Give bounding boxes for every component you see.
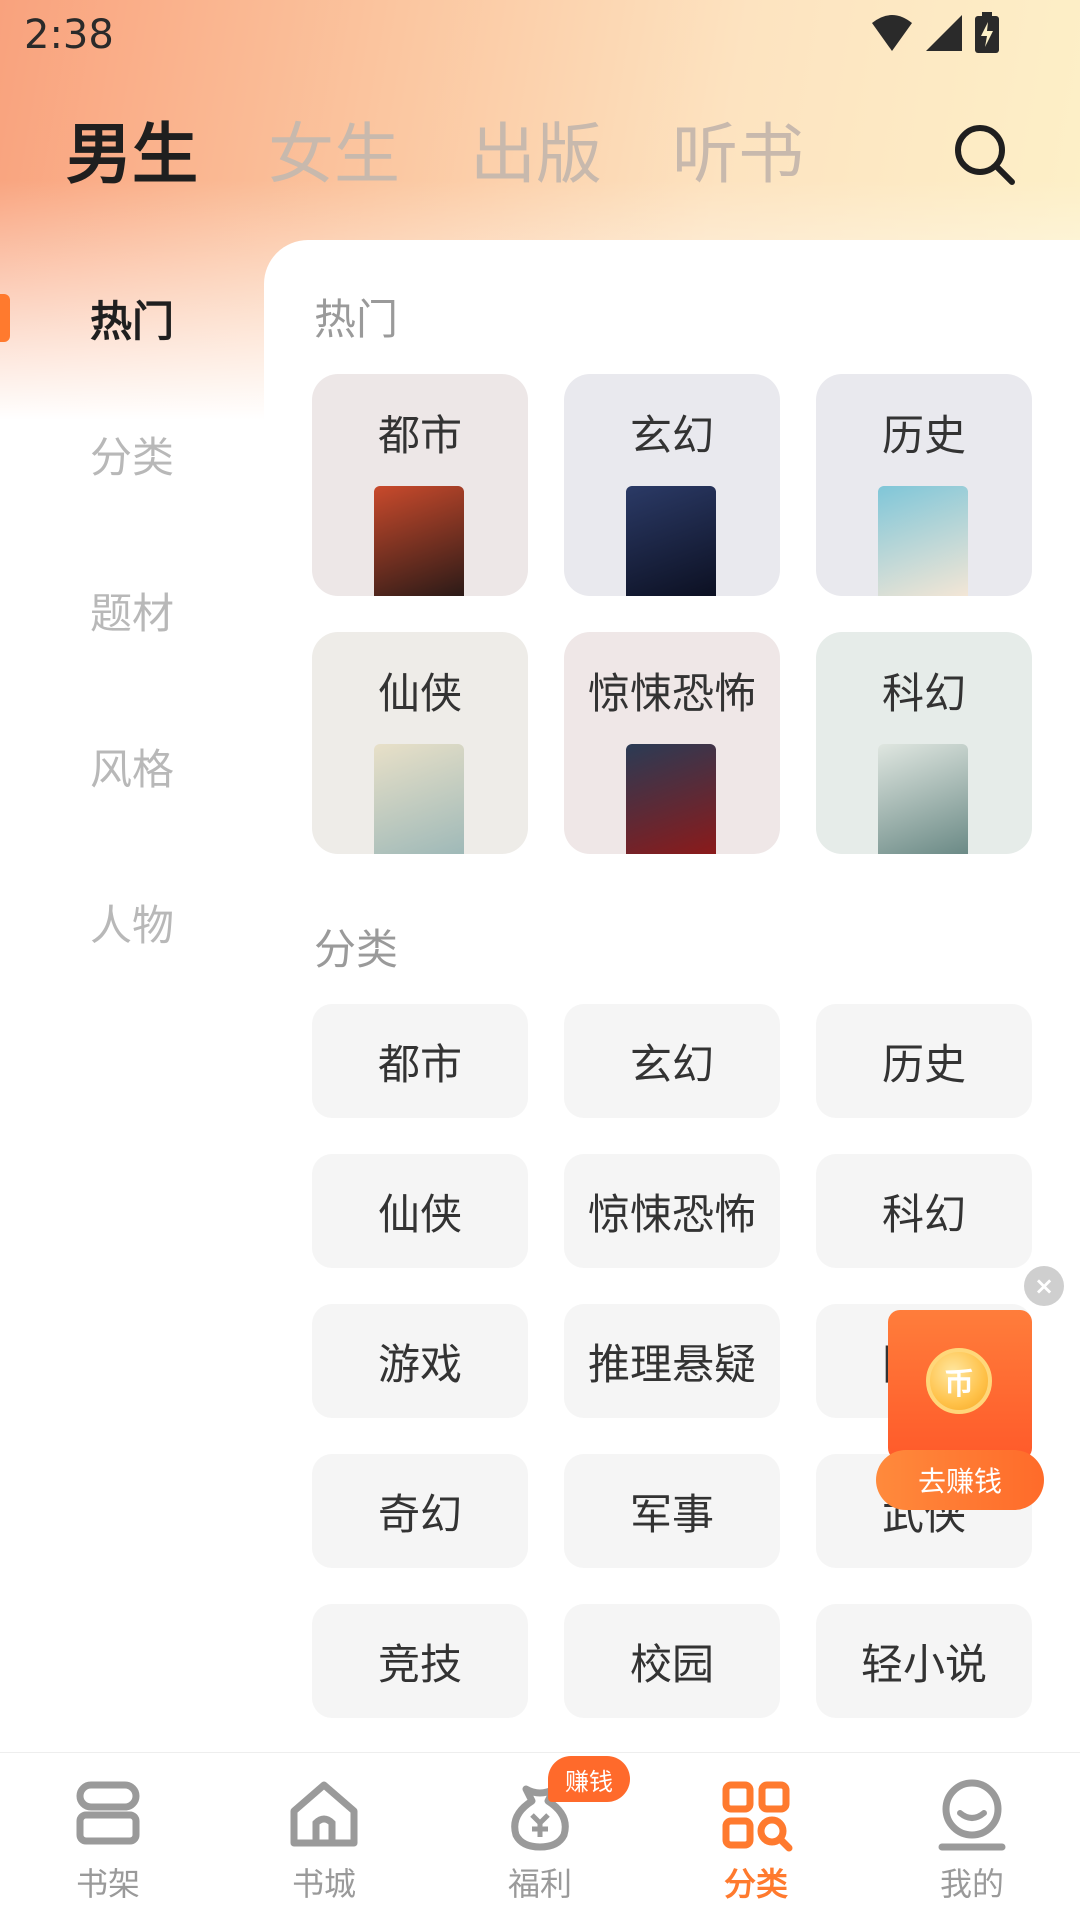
book-cover <box>878 486 968 596</box>
active-indicator <box>0 294 10 342</box>
category-chip[interactable]: 推理悬疑 <box>564 1304 780 1418</box>
sidebar-item-label: 人物 <box>89 900 174 950</box>
category-chip[interactable]: 玄幻 <box>564 1004 780 1118</box>
nav-label: 书架 <box>75 1865 140 1903</box>
tab-audiobook[interactable]: 听书 <box>672 110 804 200</box>
sidebar: 热门 分类 题材 风格 人物 <box>0 260 264 1000</box>
wifi-icon <box>872 15 912 51</box>
hot-card-label: 仙侠 <box>377 669 462 718</box>
hot-card-label: 都市 <box>377 411 462 460</box>
sidebar-item-theme[interactable]: 题材 <box>0 532 264 688</box>
category-chip[interactable]: 游戏 <box>312 1304 528 1418</box>
hot-card-label: 惊悚恐怖 <box>587 669 756 718</box>
bookshelf-icon <box>76 1781 140 1845</box>
category-chip[interactable]: 都市 <box>312 1004 528 1118</box>
hot-card-label: 历史 <box>881 411 966 460</box>
hot-card-label: 玄幻 <box>629 411 714 460</box>
search-button[interactable] <box>950 120 1020 190</box>
home-icon <box>290 1781 358 1847</box>
nav-category[interactable]: 分类 <box>648 1753 864 1920</box>
nav-label: 福利 <box>507 1865 572 1903</box>
nav-bookstore[interactable]: 书城 <box>216 1753 432 1920</box>
hot-card-urban[interactable]: 都市 <box>312 374 528 596</box>
hot-card-xianxia[interactable]: 仙侠 <box>312 632 528 854</box>
nav-profile[interactable]: 我的 <box>864 1753 1080 1920</box>
bottom-nav: 书架 书城 福利 分类 我的 <box>0 1752 1080 1920</box>
hot-card-history[interactable]: 历史 <box>816 374 1032 596</box>
sidebar-item-style[interactable]: 风格 <box>0 688 264 844</box>
close-icon: × <box>1033 1272 1055 1300</box>
sidebar-item-label: 分类 <box>89 432 174 482</box>
category-chip[interactable]: 竞技 <box>312 1604 528 1718</box>
status-icons <box>870 12 1000 54</box>
category-icon <box>722 1781 793 1852</box>
category-chip[interactable]: 历史 <box>816 1004 1032 1118</box>
earn-money-button[interactable]: 去赚钱 <box>876 1450 1044 1510</box>
category-chip[interactable]: 科幻 <box>816 1154 1032 1268</box>
tab-male[interactable]: 男生 <box>66 110 198 200</box>
coin-symbol: 币 <box>944 1367 974 1402</box>
category-chip[interactable]: 仙侠 <box>312 1154 528 1268</box>
book-cover <box>878 744 968 854</box>
top-tabs: 男生 女生 出版 听书 <box>66 110 874 200</box>
category-chip[interactable]: 奇幻 <box>312 1454 528 1568</box>
hot-card-label: 科幻 <box>881 669 966 718</box>
earn-close-button[interactable]: × <box>1024 1266 1064 1306</box>
book-cover <box>374 486 464 596</box>
book-cover <box>374 744 464 854</box>
nav-label: 我的 <box>939 1865 1004 1903</box>
earn-badge: 赚钱 <box>548 1756 630 1802</box>
sidebar-item-label: 风格 <box>89 744 174 794</box>
category-chip[interactable]: 军事 <box>564 1454 780 1568</box>
battery-icon <box>975 12 999 53</box>
status-bar: 2:38 <box>0 0 1080 74</box>
hot-card-horror[interactable]: 惊悚恐怖 <box>564 632 780 854</box>
hot-card-fantasy[interactable]: 玄幻 <box>564 374 780 596</box>
book-cover <box>626 744 716 854</box>
earn-red-packet[interactable]: 币 <box>888 1310 1032 1460</box>
book-cover <box>626 486 716 596</box>
content-panel: 热门 都市 玄幻 历史 仙侠 惊悚恐怖 科幻 分类 都市 玄幻 历史 仙侠 惊悚… <box>264 240 1080 1752</box>
status-time: 2:38 <box>24 12 114 58</box>
sidebar-item-hot[interactable]: 热门 <box>0 260 264 376</box>
signal-icon <box>926 15 962 51</box>
sidebar-item-category[interactable]: 分类 <box>0 376 264 532</box>
category-chip[interactable]: 惊悚恐怖 <box>564 1154 780 1268</box>
search-icon <box>955 125 1015 185</box>
section-title-hot: 热门 <box>314 295 399 344</box>
coin-icon: 币 <box>926 1348 992 1414</box>
nav-label: 书城 <box>291 1865 356 1903</box>
nav-bookshelf[interactable]: 书架 <box>0 1753 216 1920</box>
tab-publish[interactable]: 出版 <box>470 110 602 200</box>
tab-female[interactable]: 女生 <box>268 110 400 200</box>
section-title-category: 分类 <box>314 925 399 974</box>
category-chip[interactable]: 校园 <box>564 1604 780 1718</box>
hot-card-scifi[interactable]: 科幻 <box>816 632 1032 854</box>
sidebar-item-label: 热门 <box>89 296 174 346</box>
category-chip[interactable]: 轻小说 <box>816 1604 1032 1718</box>
nav-label: 分类 <box>723 1865 788 1903</box>
sidebar-item-label: 题材 <box>89 588 174 638</box>
profile-icon <box>938 1779 1006 1851</box>
sidebar-item-character[interactable]: 人物 <box>0 844 264 1000</box>
